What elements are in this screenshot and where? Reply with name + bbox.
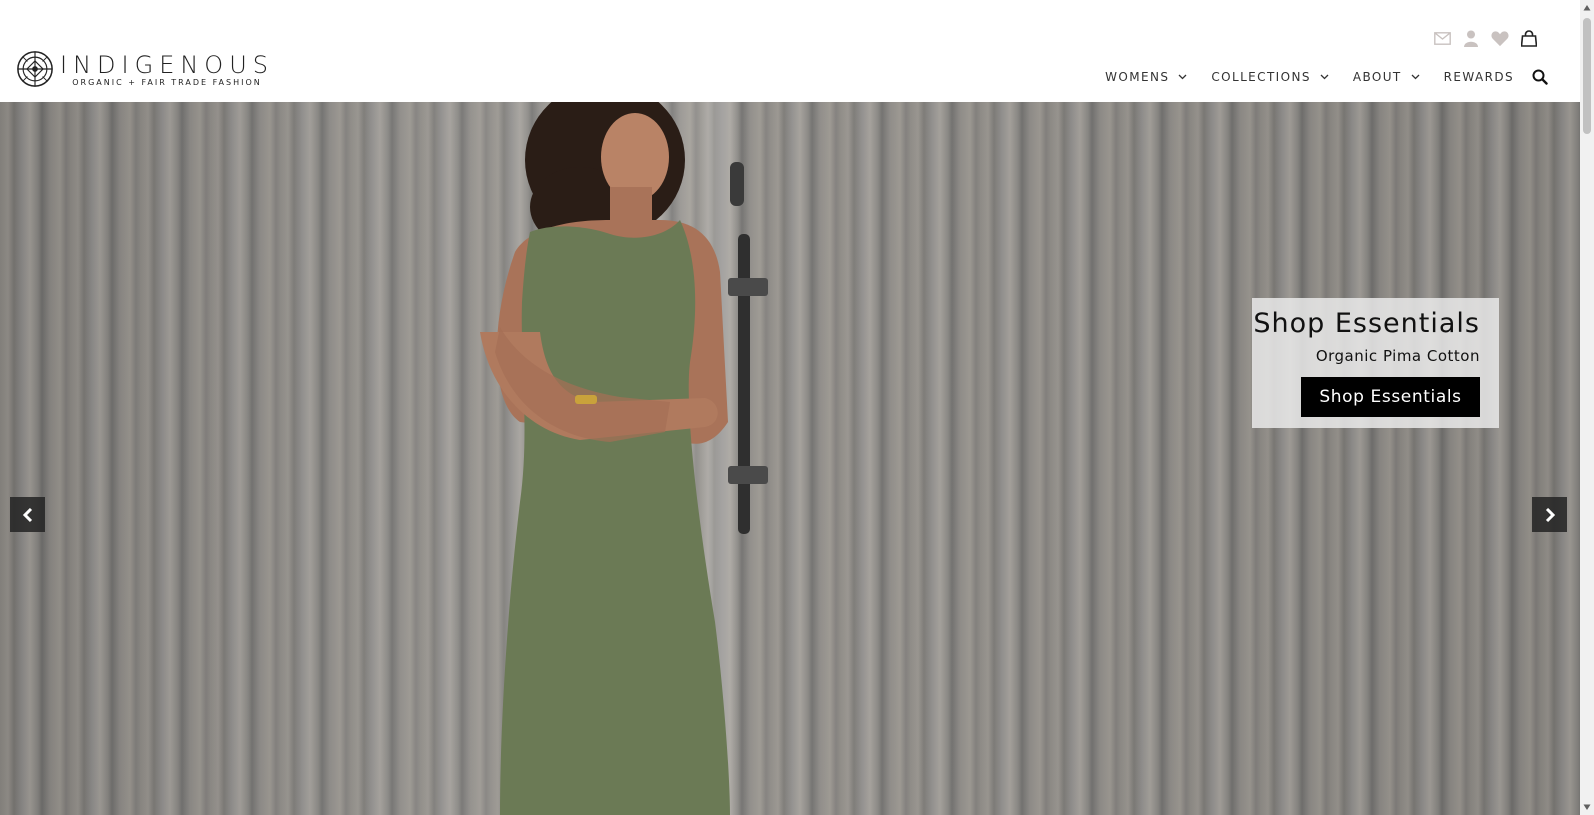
chevron-down-icon — [1411, 74, 1420, 80]
scroll-up-arrow-icon[interactable] — [1583, 4, 1591, 12]
nav-item-label: WOMENS — [1105, 70, 1170, 84]
hero-promo-panel: Shop Essentials Organic Pima Cotton Shop… — [1252, 298, 1499, 428]
logo-text: INDIGENOUS ORGANIC + FAIR TRADE FASHION — [60, 49, 274, 88]
account-icon[interactable] — [1462, 29, 1480, 47]
shopping-bag-icon[interactable] — [1520, 29, 1538, 47]
slider-next-button[interactable] — [1532, 497, 1567, 532]
chevron-right-icon — [1545, 507, 1555, 522]
hero-slider: Shop Essentials Organic Pima Cotton Shop… — [0, 102, 1580, 815]
mail-icon[interactable] — [1433, 29, 1451, 47]
nav-item-womens[interactable]: WOMENS — [1105, 70, 1187, 84]
chevron-down-icon — [1320, 74, 1329, 80]
nav-item-label: REWARDS — [1443, 70, 1514, 84]
page: INDIGENOUS ORGANIC + FAIR TRADE FASHION … — [0, 0, 1594, 815]
brand-logo[interactable]: INDIGENOUS ORGANIC + FAIR TRADE FASHION — [16, 49, 274, 91]
promo-subtitle: Organic Pima Cotton — [1315, 347, 1480, 365]
nav-item-about[interactable]: ABOUT — [1353, 70, 1420, 84]
brand-name: INDIGENOUS — [60, 51, 274, 79]
page-scrollbar[interactable] — [1580, 0, 1594, 815]
logo-mark-icon — [17, 51, 53, 87]
hero-wood-background — [0, 102, 1580, 815]
slider-prev-button[interactable] — [10, 497, 45, 532]
chevron-down-icon — [1178, 74, 1187, 80]
chevron-left-icon — [22, 507, 32, 522]
scroll-down-arrow-icon[interactable] — [1583, 803, 1591, 811]
brand-tagline: ORGANIC + FAIR TRADE FASHION — [72, 78, 262, 87]
shop-essentials-button[interactable]: Shop Essentials — [1301, 377, 1480, 417]
nav-item-rewards[interactable]: REWARDS — [1444, 70, 1514, 84]
wishlist-heart-icon[interactable] — [1491, 29, 1509, 47]
nav-item-collections[interactable]: COLLECTIONS — [1211, 70, 1329, 84]
promo-title: Shop Essentials — [1253, 308, 1480, 339]
scrollbar-thumb[interactable] — [1583, 18, 1591, 134]
utility-icons — [1433, 29, 1538, 47]
nav-item-label: COLLECTIONS — [1211, 70, 1311, 84]
search-icon[interactable] — [1532, 69, 1548, 85]
nav-item-label: ABOUT — [1352, 70, 1402, 84]
model-image — [480, 102, 730, 815]
site-header: INDIGENOUS ORGANIC + FAIR TRADE FASHION … — [0, 0, 1580, 102]
main-nav: WOMENS COLLECTIONS ABOUT REWARDS — [1081, 70, 1514, 84]
